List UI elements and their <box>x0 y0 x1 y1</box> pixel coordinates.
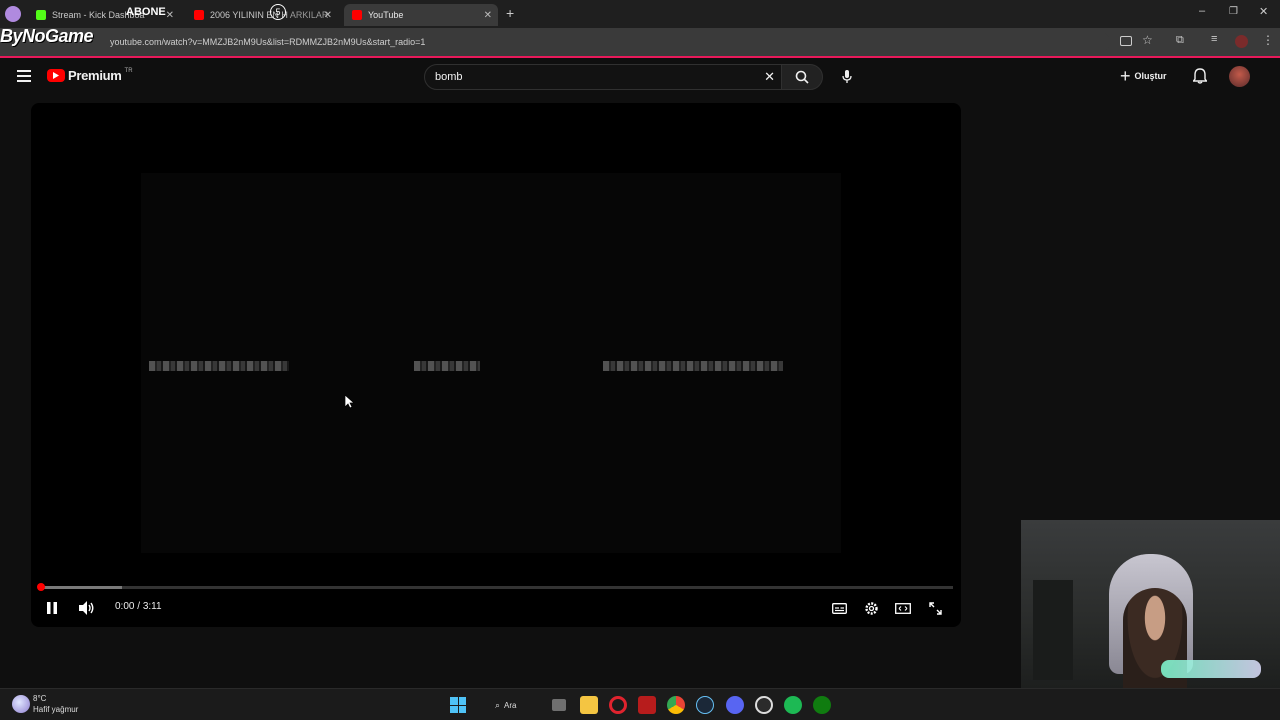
vercetti-app-icon[interactable] <box>638 696 656 714</box>
theater-mode-icon <box>895 602 911 614</box>
tab-youtube-playlist[interactable]: 2006 YILININ EN H ARKILAR ✕ <box>186 4 338 26</box>
kick-favicon-icon <box>36 10 46 20</box>
video-player[interactable]: 0:00 / 3:11 <box>31 103 961 627</box>
profile-avatar-icon[interactable] <box>1235 35 1248 48</box>
browser-menu-icon[interactable]: ⋮ <box>1262 33 1274 47</box>
restore-icon[interactable]: ❐ <box>1229 6 1238 17</box>
subtitles-icon <box>831 602 847 614</box>
media-control-icon[interactable]: ≡ <box>1211 33 1217 45</box>
volume-button[interactable] <box>76 597 98 619</box>
close-window-icon[interactable]: ✕ <box>1259 5 1268 18</box>
video-glitch-band <box>603 361 783 371</box>
youtube-logo[interactable]: Premium TR <box>47 68 133 83</box>
windows-taskbar: 8°C Hafif yağmur ⌕ Ara <box>0 688 1280 720</box>
youtube-header: Premium TR bomb ✕ + Oluştur <box>0 58 1280 98</box>
close-tab-icon[interactable]: ✕ <box>324 10 332 21</box>
task-view-icon[interactable] <box>552 699 566 711</box>
weather-temperature: 8°C <box>33 694 47 703</box>
search-icon <box>795 70 809 84</box>
address-bar[interactable]: youtube.com/watch?v=MMZJB2nM9Us&list=RDM… <box>50 32 1110 52</box>
search-button[interactable] <box>781 64 823 90</box>
youtube-favicon-icon <box>352 10 362 20</box>
weather-icon[interactable] <box>12 695 30 713</box>
minimize-icon[interactable]: – <box>1199 5 1205 17</box>
microphone-icon <box>842 70 852 83</box>
extensions-icon[interactable]: ⧉ <box>1176 34 1184 47</box>
search-icon: ⌕ <box>495 699 501 710</box>
close-tab-icon[interactable]: ✕ <box>166 10 174 21</box>
plus-icon: + <box>1120 66 1131 86</box>
create-button[interactable]: + Oluştur <box>1120 67 1167 85</box>
youtube-favicon-icon <box>194 10 204 20</box>
logo-region: TR <box>124 67 133 74</box>
steam-icon[interactable] <box>696 696 714 714</box>
search-query: bomb <box>435 71 463 83</box>
discord-icon[interactable] <box>726 696 744 714</box>
browser-tab-strip: Stream - Kick Dashboa ✕ 2006 YILININ EN … <box>0 0 1280 28</box>
progress-scrubber[interactable] <box>37 583 45 591</box>
account-avatar[interactable] <box>1229 66 1250 87</box>
progress-buffered <box>40 586 123 589</box>
opera-icon[interactable] <box>609 696 627 714</box>
video-glitch-band <box>149 361 289 371</box>
profile-icon[interactable] <box>5 6 21 22</box>
progress-bar[interactable] <box>40 586 953 589</box>
notifications-bell-icon[interactable] <box>1192 68 1208 87</box>
hamburger-menu-icon[interactable] <box>17 70 31 82</box>
bookmark-star-icon[interactable]: ☆ <box>1142 33 1153 47</box>
time-current: 0:00 <box>115 601 135 612</box>
clear-search-icon[interactable]: ✕ <box>764 65 775 89</box>
windows-start-icon[interactable] <box>450 697 466 713</box>
spotify-icon[interactable] <box>784 696 802 714</box>
tab-youtube[interactable]: YouTube ✕ <box>344 4 498 26</box>
time-separator: / <box>134 601 143 612</box>
logo-text: Premium <box>68 68 122 83</box>
youtube-play-icon <box>47 69 65 82</box>
settings-button[interactable] <box>860 597 882 619</box>
tab-title: YouTube <box>368 10 404 20</box>
browser-toolbar: youtube.com/watch?v=MMZJB2nM9Us&list=RDM… <box>0 28 1280 56</box>
search-input[interactable]: bomb ✕ <box>424 64 782 90</box>
fullscreen-button[interactable] <box>924 597 946 619</box>
volume-icon <box>79 601 94 615</box>
gear-icon <box>864 601 878 615</box>
taskbar-search[interactable]: ⌕ Ara <box>487 696 533 714</box>
fullscreen-icon <box>928 601 942 615</box>
install-app-icon[interactable] <box>1120 36 1132 46</box>
streamer-webcam <box>1021 520 1280 688</box>
tab-title-tail: ARKILAR <box>289 10 329 20</box>
time-display: 0:00 / 3:11 <box>115 601 162 612</box>
taskbar-search-label: Ara <box>504 700 517 710</box>
stream-overlay-badge: 5 <box>270 4 286 20</box>
time-total: 3:11 <box>142 601 162 612</box>
stream-overlay-abone: ABONE <box>126 6 166 18</box>
webcam-shelf <box>1033 580 1073 680</box>
pause-button[interactable] <box>41 597 63 619</box>
xbox-icon[interactable] <box>813 696 831 714</box>
file-explorer-icon[interactable] <box>580 696 598 714</box>
weather-description: Hafif yağmur <box>33 705 79 714</box>
subtitles-button[interactable] <box>828 597 850 619</box>
webcam-microphone <box>1161 660 1261 678</box>
voice-search-button[interactable] <box>834 64 860 90</box>
chrome-icon[interactable] <box>667 696 685 714</box>
close-tab-icon[interactable]: ✕ <box>484 10 492 21</box>
mouse-cursor-icon <box>344 394 355 414</box>
video-glitch-band <box>414 361 480 371</box>
pause-icon <box>47 602 57 614</box>
url-text: youtube.com/watch?v=MMZJB2nM9Us&list=RDM… <box>110 37 426 47</box>
new-tab-icon[interactable]: + <box>506 5 514 21</box>
theater-mode-button[interactable] <box>892 597 914 619</box>
stream-overlay-brand: ByNoGame <box>0 26 94 46</box>
obs-icon[interactable] <box>755 696 773 714</box>
create-label: Oluştur <box>1134 71 1167 81</box>
